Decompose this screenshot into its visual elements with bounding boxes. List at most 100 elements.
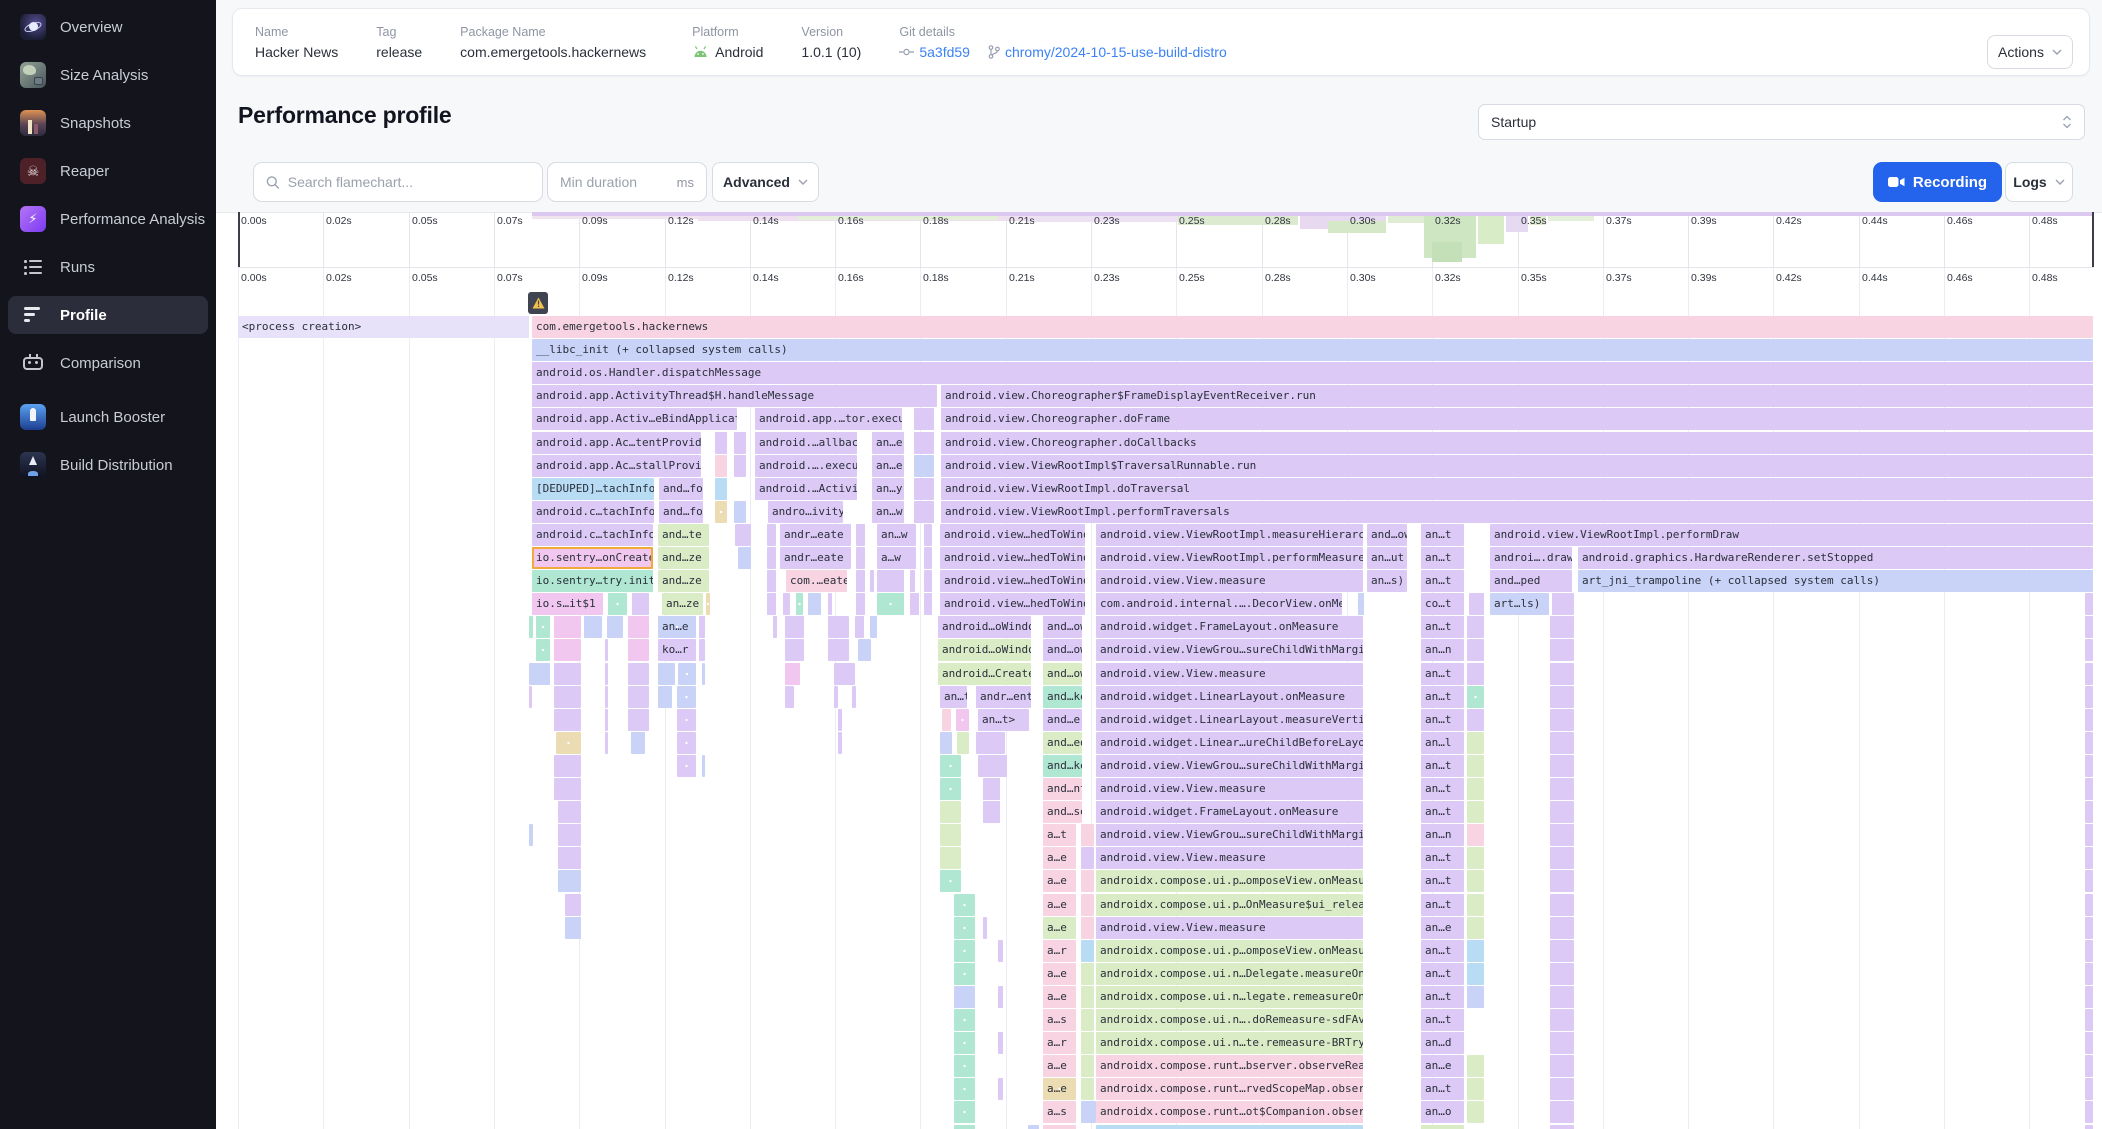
flame-frame-small[interactable] <box>910 593 919 615</box>
flame-frame[interactable]: android.view…hedToWindow <box>940 570 1085 592</box>
sidebar-item-profile[interactable]: Profile <box>8 296 208 334</box>
flame-frame-small[interactable] <box>914 408 934 430</box>
flame-frame[interactable]: android.app.…tor.execute <box>755 408 902 430</box>
flame-frame[interactable]: android.widget.Linear…ureChildBeforeLayo… <box>1096 732 1363 754</box>
flame-frame-small[interactable] <box>628 709 649 731</box>
flame-frame-small[interactable] <box>1550 963 1574 985</box>
flame-frame[interactable]: an…t <box>940 686 967 708</box>
flame-frame[interactable]: <process creation> <box>238 316 529 338</box>
flame-frame-small[interactable] <box>1467 801 1484 823</box>
logs-button[interactable]: Logs <box>2005 162 2073 202</box>
flame-frame[interactable]: an…e <box>1421 917 1464 939</box>
flame-frame-small[interactable] <box>1467 1078 1484 1100</box>
flame-frame[interactable]: android.widget.LinearLayout.measureVerti… <box>1096 709 1363 731</box>
flame-frame[interactable]: and…ke <box>1043 755 1082 777</box>
flame-frame-small[interactable] <box>1467 824 1484 846</box>
flame-frame[interactable]: io.sentry…onCreate <box>532 547 653 569</box>
flame-frame-small[interactable] <box>1081 824 1094 846</box>
flame-frame[interactable]: com.android.internal.….DecorView.onMeasu… <box>1096 593 1342 615</box>
flame-frame-small[interactable] <box>940 801 961 823</box>
flame-frame-small[interactable] <box>1552 593 1574 615</box>
flame-frame[interactable]: a…e <box>1043 894 1076 916</box>
flame-frame-small[interactable] <box>914 478 934 500</box>
flame-frame[interactable]: an…t <box>1421 847 1464 869</box>
flame-frame-small[interactable] <box>584 616 602 638</box>
flame-frame-small[interactable] <box>924 524 932 546</box>
flame-frame-small[interactable] <box>2085 1009 2093 1031</box>
flame-frame[interactable]: androidx.compose.runt…rvedScopeMap.obser… <box>1096 1078 1363 1100</box>
flame-frame[interactable]: an…ze <box>662 593 703 615</box>
flame-frame-small[interactable] <box>1467 870 1484 892</box>
flame-frame-small[interactable] <box>2085 870 2093 892</box>
flame-frame-small[interactable] <box>954 1032 975 1054</box>
flame-frame[interactable]: andr…ent <box>976 686 1031 708</box>
flame-frame[interactable]: art_jni_trampoline (+ collapsed system c… <box>1578 570 2093 592</box>
flame-frame-small[interactable] <box>785 639 804 661</box>
flame-frame[interactable]: an…n <box>1421 639 1464 661</box>
flame-frame-small[interactable] <box>2085 894 2093 916</box>
flame-frame-small[interactable] <box>1467 894 1484 916</box>
flame-frame-small[interactable] <box>2085 686 2093 708</box>
flame-frame-small[interactable] <box>914 501 934 523</box>
flame-frame[interactable]: and…te <box>658 524 709 546</box>
flame-frame-small[interactable] <box>954 1055 975 1077</box>
flame-frame-small[interactable] <box>734 455 746 477</box>
flame-frame-small[interactable] <box>983 801 1000 823</box>
flame-frame-small[interactable] <box>565 917 581 939</box>
flame-frame-small[interactable] <box>983 917 987 939</box>
flame-frame[interactable]: androidx.compose.ui.n…legate.remeasureOn… <box>1096 986 1363 1008</box>
advanced-button[interactable]: Advanced <box>712 162 819 202</box>
flame-frame-small[interactable] <box>852 686 856 708</box>
flame-frame[interactable]: an…y <box>872 478 904 500</box>
flame-frame-small[interactable] <box>828 616 849 638</box>
sidebar-item-launch-booster[interactable]: Launch Booster <box>8 398 208 436</box>
flame-frame-small[interactable] <box>767 524 776 546</box>
flame-frame-small[interactable] <box>678 663 696 685</box>
flame-frame-small[interactable] <box>1467 663 1484 685</box>
flame-frame[interactable]: android.view.ViewRootImpl.performMeasure <box>1096 547 1363 569</box>
flame-frame[interactable]: an…t <box>1421 570 1464 592</box>
flame-frame-small[interactable] <box>1081 1101 1096 1123</box>
flame-frame[interactable]: android.c…tachInfo <box>532 524 653 546</box>
sidebar-item-overview[interactable]: Overview <box>8 8 208 46</box>
flame-frame-small[interactable] <box>1467 847 1484 869</box>
flame-frame[interactable]: an…t <box>1421 524 1464 546</box>
flame-frame-small[interactable] <box>954 1125 975 1129</box>
flame-frame-small[interactable] <box>702 663 705 685</box>
flame-frame-small[interactable] <box>877 570 904 592</box>
flame-frame-small[interactable] <box>2085 755 2093 777</box>
flame-frame[interactable]: androidx.compose.ui.p…OnMeasure$ui_relea… <box>1096 894 1363 916</box>
flame-frame-small[interactable] <box>605 663 608 685</box>
flame-frame-small[interactable] <box>1467 940 1484 962</box>
flame-frame-small[interactable] <box>1550 1101 1574 1123</box>
flame-frame[interactable]: an…ut <box>1367 547 1407 569</box>
flame-frame[interactable]: an…n <box>1421 824 1464 846</box>
flame-frame-small[interactable] <box>838 709 842 731</box>
flame-frame-small[interactable] <box>556 732 581 754</box>
flame-frame[interactable]: android.view.View.measure <box>1096 917 1363 939</box>
flame-frame-small[interactable] <box>1467 1055 1484 1077</box>
flame-frame-small[interactable] <box>1550 616 1574 638</box>
flame-frame-small[interactable] <box>2085 616 2093 638</box>
flame-frame-small[interactable] <box>558 824 581 846</box>
flame-frame-small[interactable] <box>1550 732 1574 754</box>
flame-frame-small[interactable] <box>940 755 961 777</box>
actions-button[interactable]: Actions <box>1987 35 2073 69</box>
search-flamechart-input[interactable] <box>288 174 530 190</box>
flame-frame-small[interactable] <box>954 1009 975 1031</box>
flame-frame-small[interactable] <box>605 639 608 661</box>
flame-frame-small[interactable] <box>677 755 696 777</box>
flame-frame[interactable]: an…t <box>1421 801 1464 823</box>
flame-frame-small[interactable] <box>565 894 581 916</box>
flame-frame-small[interactable] <box>976 732 1005 754</box>
flame-frame[interactable]: a…e <box>1043 986 1076 1008</box>
flame-frame[interactable]: io.sentry…try.init <box>532 570 653 592</box>
flame-frame-small[interactable] <box>924 570 932 592</box>
flame-frame[interactable]: an…e <box>1421 1055 1464 1077</box>
flame-frame[interactable]: an…d <box>1421 1032 1464 1054</box>
flame-frame-small[interactable] <box>2085 917 2093 939</box>
flame-frame[interactable]: a…r <box>1043 1032 1076 1054</box>
flame-frame-small[interactable] <box>998 986 1003 1008</box>
flame-frame-small[interactable] <box>1550 709 1574 731</box>
flame-frame[interactable]: a…w <box>877 547 916 569</box>
